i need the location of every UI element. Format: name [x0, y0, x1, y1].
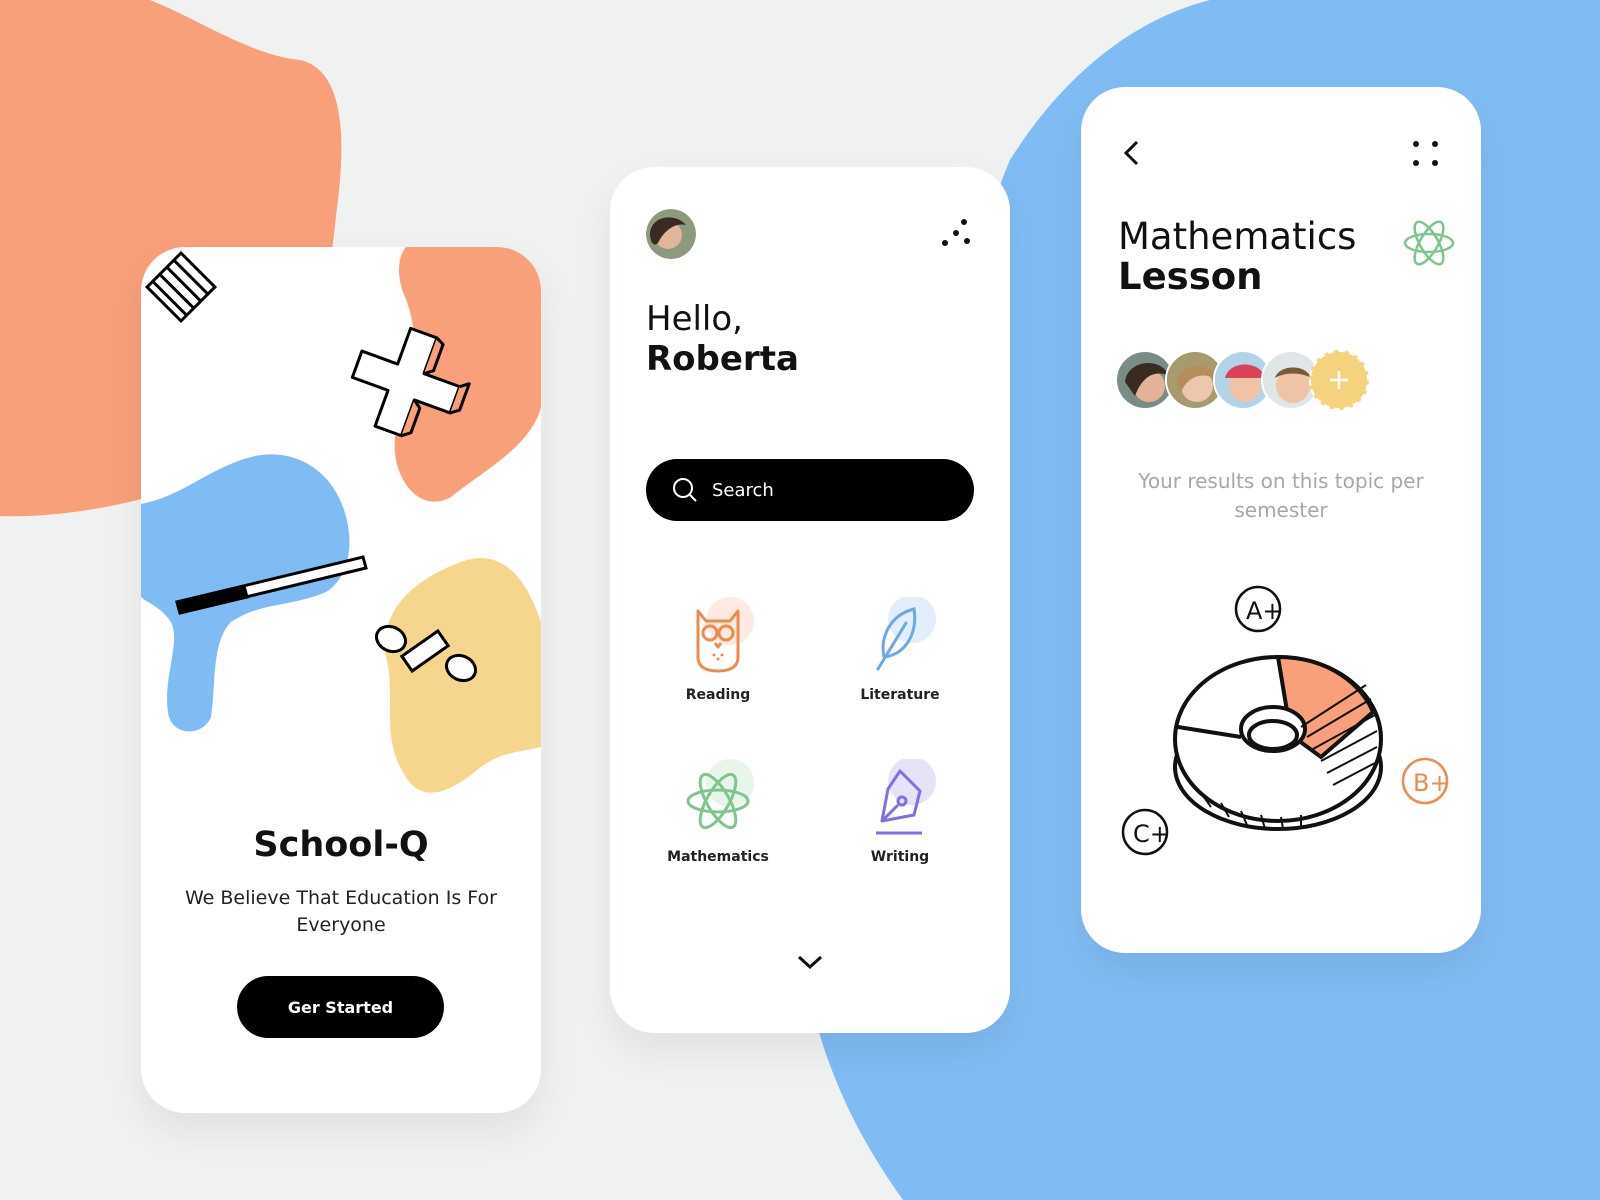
greeting: Hello, Roberta — [646, 299, 799, 379]
add-member-button[interactable] — [1309, 350, 1369, 410]
search-label: Search — [712, 479, 774, 501]
search-icon — [673, 478, 697, 502]
category-label: Literature — [860, 687, 940, 703]
atom-icon — [1403, 220, 1455, 266]
svg-text:C+: C+ — [1133, 820, 1170, 848]
tagline: We Believe That Education Is For Everyon… — [185, 887, 497, 936]
search-bar[interactable]: Search — [646, 459, 974, 521]
grade-a-plus-icon: A+ — [1234, 585, 1283, 633]
greeting-text: Hello, — [646, 299, 743, 339]
welcome-illustration — [141, 247, 541, 793]
menu-dots-icon[interactable] — [1411, 139, 1441, 169]
category-label: Mathematics — [667, 849, 769, 865]
welcome-screen: School-Q We Believe That Education Is Fo… — [141, 247, 541, 1113]
feather-icon — [876, 595, 936, 671]
category-reading[interactable]: Reading — [638, 597, 798, 703]
avatar[interactable] — [646, 209, 696, 259]
svg-text:B+: B+ — [1413, 769, 1450, 797]
lesson-title-line1: Mathematics — [1118, 215, 1357, 258]
chevron-down-icon[interactable] — [796, 953, 824, 971]
category-literature[interactable]: Literature — [820, 595, 980, 703]
menu-dots-icon[interactable] — [940, 217, 972, 249]
app-name: School-Q — [253, 825, 429, 865]
lesson-title-line2: Lesson — [1118, 255, 1263, 298]
grade-b-plus-icon: B+ — [1401, 757, 1450, 805]
home-screen: Hello, Roberta Search Reading Literature… — [610, 167, 1010, 1033]
atom-icon — [686, 759, 754, 830]
plus-icon — [1330, 371, 1348, 389]
results-donut-doodle: A+ B+ C+ — [1121, 585, 1450, 856]
grade-c-plus-icon: C+ — [1121, 808, 1170, 856]
pen-nib-icon — [876, 757, 936, 835]
striped-cube-doodle — [144, 250, 218, 324]
get-started-button[interactable]: Ger Started — [237, 976, 444, 1038]
svg-text:A+: A+ — [1246, 597, 1283, 625]
user-name: Roberta — [646, 339, 799, 379]
back-arrow-icon[interactable] — [1121, 139, 1145, 167]
category-mathematics[interactable]: Mathematics — [638, 759, 798, 865]
owl-icon — [696, 597, 754, 673]
lesson-screen: Mathematics Lesson Your results on this … — [1081, 87, 1481, 953]
results-caption: Your results on this topic per semester — [1138, 469, 1424, 522]
category-label: Reading — [685, 687, 751, 703]
lesson-title: Mathematics Lesson — [1118, 217, 1356, 297]
category-label: Writing — [870, 849, 930, 865]
category-writing[interactable]: Writing — [820, 757, 980, 865]
